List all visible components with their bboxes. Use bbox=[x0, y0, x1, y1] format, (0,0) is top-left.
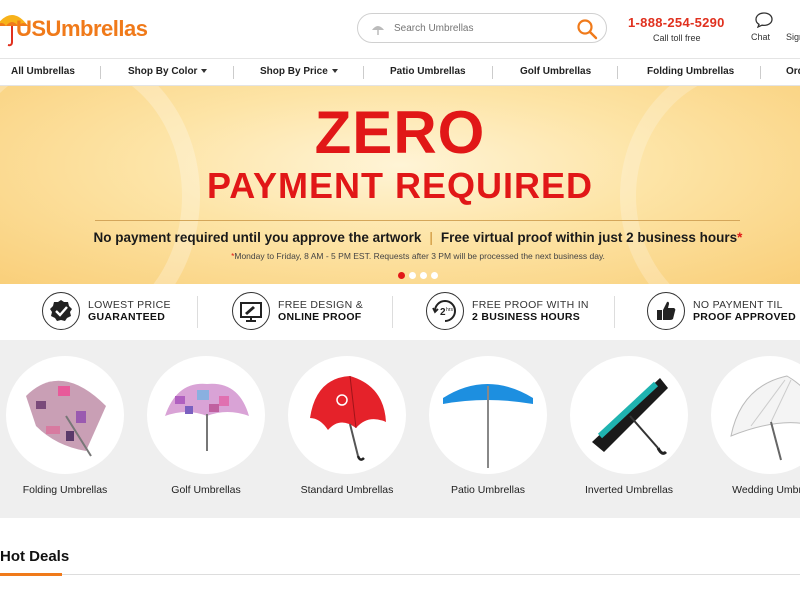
standard-umbrella-icon bbox=[310, 375, 386, 461]
feature-line1: FREE DESIGN & bbox=[278, 299, 363, 311]
monitor-design-icon bbox=[232, 292, 270, 330]
badge-check-icon bbox=[42, 292, 80, 330]
nav-golf-umbrellas[interactable]: Golf Umbrellas bbox=[520, 59, 591, 85]
feature-line2: 2 BUSINESS HOURS bbox=[472, 311, 581, 323]
feature-line1: LOWEST PRICE bbox=[88, 299, 171, 311]
category-image bbox=[288, 356, 406, 474]
category-label: Folding Umbrellas bbox=[22, 484, 108, 496]
folding-umbrella-icon bbox=[26, 380, 106, 457]
chat-icon bbox=[755, 12, 773, 29]
section-accent bbox=[0, 573, 62, 576]
caret-down-icon bbox=[331, 69, 338, 74]
category-label: Inverted Umbrellas bbox=[584, 484, 674, 496]
category-label: Patio Umbrellas bbox=[450, 484, 526, 496]
section-title: Hot Deals bbox=[0, 548, 70, 565]
nav-label: Shop By Color bbox=[128, 66, 198, 77]
category-label: Golf Umbrellas bbox=[171, 484, 241, 496]
category-standard-umbrellas[interactable]: Standard Umbrellas bbox=[287, 356, 407, 496]
category-label: Standard Umbrellas bbox=[300, 484, 394, 496]
section-divider bbox=[0, 574, 800, 575]
nav-all-umbrellas[interactable]: All Umbrellas bbox=[11, 59, 75, 85]
nav-divider bbox=[760, 66, 761, 79]
wedding-umbrella-icon bbox=[730, 375, 800, 461]
asterisk: * bbox=[737, 230, 743, 245]
search-input[interactable] bbox=[392, 19, 572, 37]
category-carousel: Folding Umbrellas Golf Umbrellas Standar… bbox=[0, 340, 800, 518]
banner-subline-separator: | bbox=[429, 230, 433, 245]
banner-divider bbox=[95, 220, 740, 221]
banner-subline-left: No payment required until you approve th… bbox=[93, 230, 422, 245]
banner-title-line2: PAYMENT REQUIRED bbox=[206, 165, 594, 206]
category-folding-umbrellas[interactable]: Folding Umbrellas bbox=[5, 356, 125, 496]
logo-text: USUmbrellas bbox=[16, 16, 148, 41]
site-header: USUmbrellas 1-888-254-5290 Call toll fre… bbox=[0, 0, 800, 58]
nav-folding-umbrellas[interactable]: Folding Umbrellas bbox=[647, 59, 734, 85]
feature-line1: NO PAYMENT TIL bbox=[693, 299, 783, 311]
banner-footnote: *Monday to Friday, 8 AM - 5 PM EST. Requ… bbox=[0, 251, 800, 261]
feature-divider bbox=[392, 296, 393, 328]
golf-umbrella-icon bbox=[165, 383, 249, 451]
carousel-dot-2[interactable] bbox=[409, 272, 416, 279]
carousel-dots bbox=[398, 266, 442, 284]
category-label: Wedding Umbre bbox=[732, 484, 800, 496]
category-image bbox=[6, 356, 124, 474]
category-image bbox=[147, 356, 265, 474]
search-icon[interactable] bbox=[576, 18, 598, 40]
nav-label: Shop By Price bbox=[260, 66, 328, 77]
nav-order[interactable]: Ord bbox=[786, 59, 800, 85]
hot-deals-section: Hot Deals bbox=[0, 530, 800, 600]
patio-umbrella-icon bbox=[443, 384, 533, 468]
chat-button[interactable] bbox=[750, 12, 778, 33]
category-image bbox=[429, 356, 547, 474]
feature-divider bbox=[614, 296, 615, 328]
caret-down-icon bbox=[201, 69, 208, 74]
phone-number[interactable]: 1-888-254-5290 bbox=[628, 15, 725, 30]
umbrella-search-icon bbox=[372, 26, 384, 35]
category-inverted-umbrellas[interactable]: Inverted Umbrellas bbox=[569, 356, 689, 496]
main-nav: All Umbrellas Shop By Color Shop By Pric… bbox=[0, 58, 800, 86]
carousel-dot-3[interactable] bbox=[420, 272, 427, 279]
hero-banner[interactable]: ZERO PAYMENT REQUIRED No payment require… bbox=[0, 86, 800, 284]
svg-text:hrs: hrs bbox=[446, 307, 453, 313]
inverted-umbrella-icon bbox=[592, 378, 668, 455]
chat-label[interactable]: Chat bbox=[751, 32, 770, 42]
category-patio-umbrellas[interactable]: Patio Umbrellas bbox=[428, 356, 548, 496]
nav-divider bbox=[617, 66, 618, 79]
carousel-dot-1[interactable] bbox=[398, 272, 405, 279]
feature-line2: ONLINE PROOF bbox=[278, 311, 362, 323]
category-image bbox=[711, 356, 800, 474]
category-image bbox=[570, 356, 688, 474]
nav-shop-by-price[interactable]: Shop By Price bbox=[260, 59, 338, 85]
feature-line2: PROOF APPROVED bbox=[693, 311, 796, 323]
two-hours-icon: 2 hrs bbox=[426, 292, 464, 330]
thumbs-up-icon bbox=[647, 292, 685, 330]
banner-title-line1: ZERO bbox=[314, 99, 486, 166]
feature-divider bbox=[197, 296, 198, 328]
banner-note-text: Monday to Friday, 8 AM - 5 PM EST. Reque… bbox=[234, 251, 605, 261]
features-strip: LOWEST PRICE GUARANTEED FREE DESIGN & ON… bbox=[0, 284, 800, 340]
phone-caption: Call toll free bbox=[653, 33, 701, 43]
nav-patio-umbrellas[interactable]: Patio Umbrellas bbox=[390, 59, 466, 85]
site-logo[interactable]: USUmbrellas bbox=[0, 6, 160, 50]
sign-in-label[interactable]: Sign bbox=[786, 32, 800, 42]
nav-divider bbox=[100, 66, 101, 79]
banner-subline: No payment required until you approve th… bbox=[0, 230, 800, 245]
category-golf-umbrellas[interactable]: Golf Umbrellas bbox=[146, 356, 266, 496]
nav-divider bbox=[492, 66, 493, 79]
nav-divider bbox=[363, 66, 364, 79]
nav-divider bbox=[233, 66, 234, 79]
search-bar bbox=[357, 13, 607, 43]
feature-line1: FREE PROOF WITH IN bbox=[472, 299, 589, 311]
nav-shop-by-color[interactable]: Shop By Color bbox=[128, 59, 208, 85]
carousel-dot-4[interactable] bbox=[431, 272, 438, 279]
category-wedding-umbrellas[interactable]: Wedding Umbre bbox=[710, 356, 800, 496]
feature-line2: GUARANTEED bbox=[88, 311, 166, 323]
banner-subline-right: Free virtual proof within just 2 busines… bbox=[440, 230, 738, 245]
